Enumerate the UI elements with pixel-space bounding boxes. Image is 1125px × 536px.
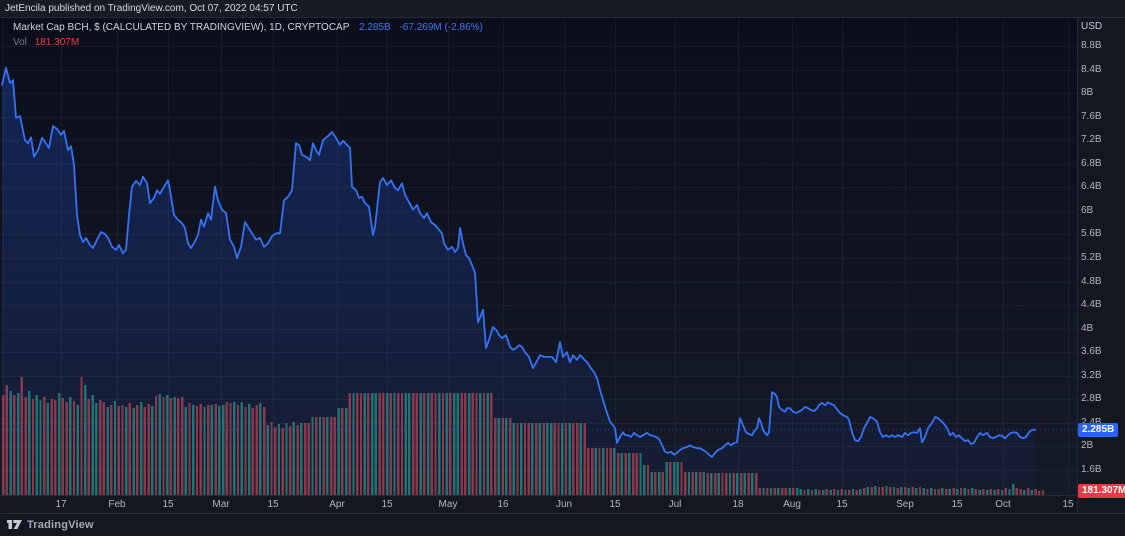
time-axis[interactable]: 17 Feb 15 Mar 15 Apr 15 May 16 Jun 15 Jul 18 Aug 15 Sep… <box>0 495 1077 513</box>
tradingview-logo[interactable]: TradingView <box>7 518 94 531</box>
price-tick-label: 7.2B <box>1081 134 1102 145</box>
volume-value-badge: 181.307M <box>1078 484 1125 498</box>
time-tick-label: 15 <box>267 499 279 510</box>
price-tick-label: 8B <box>1081 87 1094 98</box>
time-tick-label: 15 <box>951 499 963 510</box>
time-tick-label: Feb <box>108 499 126 510</box>
price-tick-label: 8.4B <box>1081 64 1102 75</box>
time-tick-label: 17 <box>55 499 67 510</box>
time-tick-label: 15 <box>836 499 848 510</box>
time-tick-label: Apr <box>329 499 345 510</box>
price-tick-label: 2B <box>1081 440 1094 451</box>
price-tick-label: 7.6B <box>1081 111 1102 122</box>
time-tick-label: 15 <box>1062 499 1074 510</box>
price-tick-label: 3.2B <box>1081 370 1102 381</box>
time-tick-label: 16 <box>497 499 509 510</box>
price-tick-label: 2.8B <box>1081 393 1102 404</box>
tradingview-logo-icon <box>7 520 22 529</box>
price-tick-label: 6B <box>1081 205 1094 216</box>
chart-canvas[interactable] <box>0 0 1125 536</box>
price-tick-label: 8.8B <box>1081 40 1102 51</box>
time-tick-label: 15 <box>381 499 393 510</box>
time-tick-label: 18 <box>732 499 744 510</box>
time-tick-label: May <box>438 499 458 510</box>
time-tick-label: Jul <box>668 499 682 510</box>
time-tick-label: Oct <box>995 499 1011 510</box>
legend-last-value: 2.285B <box>358 22 391 33</box>
time-tick-label: Mar <box>212 499 230 510</box>
time-tick-label: Aug <box>783 499 801 510</box>
time-tick-label: Jun <box>555 499 573 510</box>
price-tick-label: 4B <box>1081 323 1094 334</box>
price-tick-label: 1.6B <box>1081 464 1102 475</box>
last-price-badge: 2.285B <box>1078 423 1119 437</box>
price-tick-label: 4.4B <box>1081 299 1102 310</box>
footer-branding: TradingView <box>7 517 94 532</box>
price-tick-label: 5.2B <box>1081 252 1102 263</box>
tradingview-logo-text[interactable]: TradingView <box>27 519 94 531</box>
legend-symbol-title[interactable]: Market Cap BCH, $ (CALCULATED BY TRADING… <box>13 22 349 33</box>
legend-change-value: -67.269M (-2.86%) <box>399 22 483 33</box>
time-tick-label: 15 <box>609 499 621 510</box>
price-tick-label: 3.6B <box>1081 346 1102 357</box>
chart-legend: Market Cap BCH, $ (CALCULATED BY TRADING… <box>13 21 483 49</box>
legend-volume-label: Vol <box>13 37 27 48</box>
price-axis-currency-label: USD <box>1081 21 1103 32</box>
tradingview-published-chart: JetEncila published on TradingView.com, … <box>0 0 1125 536</box>
price-axis[interactable]: USD 8.8B 8.4B 8B 7.6B 7.2B 6.8B 6.4B 6B 5.6B 5.2B… <box>1077 17 1125 513</box>
time-tick-label: Sep <box>896 499 914 510</box>
price-tick-label: 6.8B <box>1081 158 1102 169</box>
price-tick-label: 5.6B <box>1081 228 1102 239</box>
price-tick-label: 4.8B <box>1081 276 1102 287</box>
legend-volume-value: 181.307M <box>34 37 80 48</box>
time-tick-label: 15 <box>162 499 174 510</box>
price-tick-label: 6.4B <box>1081 181 1102 192</box>
